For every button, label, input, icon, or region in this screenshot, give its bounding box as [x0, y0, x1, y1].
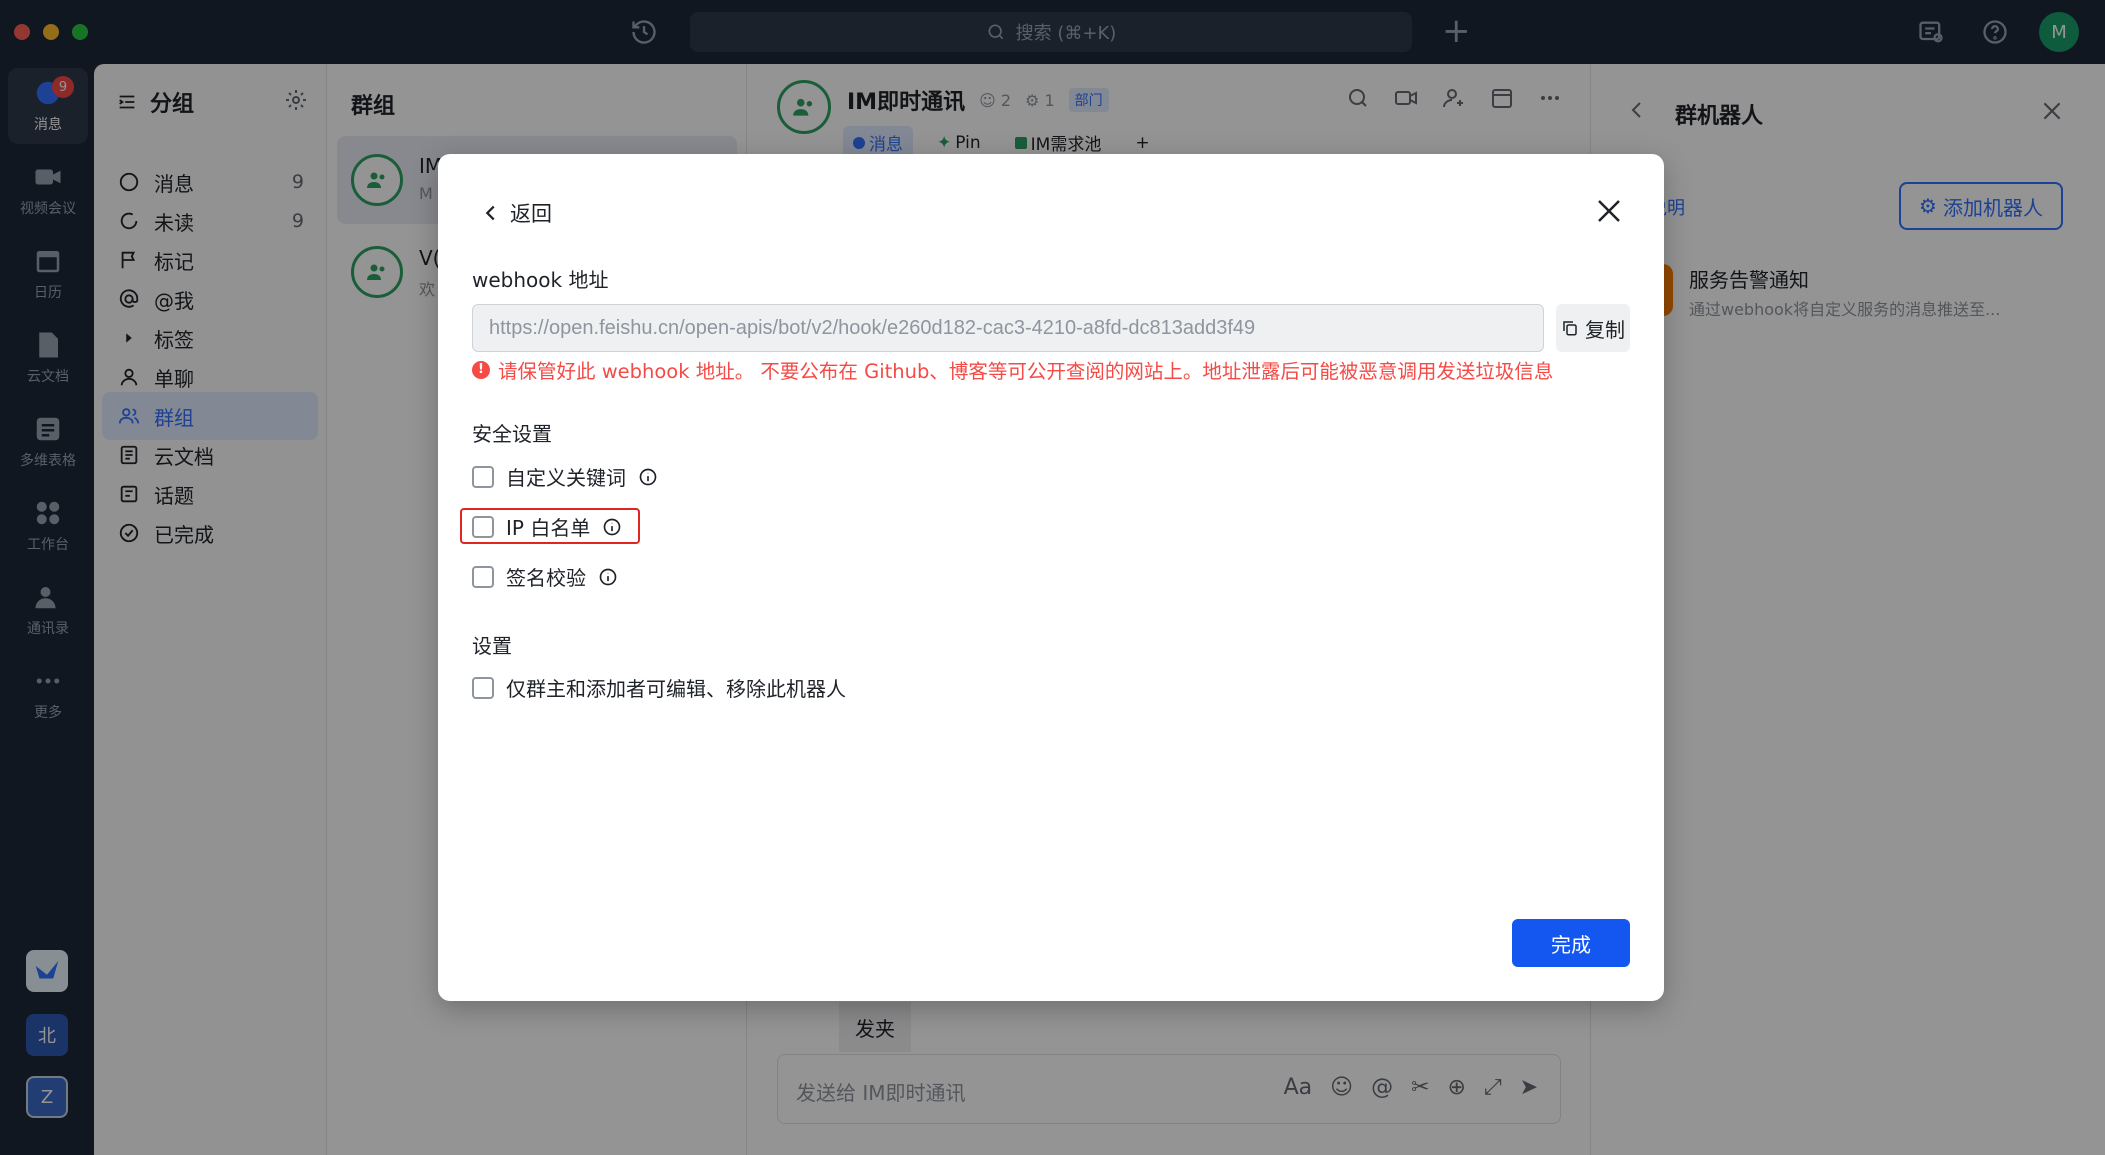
owner-only-checkbox[interactable] — [472, 676, 494, 699]
info-icon[interactable] — [602, 517, 622, 537]
info-icon[interactable] — [638, 467, 658, 487]
signature-option[interactable]: 签名校验 — [472, 562, 618, 591]
warning-text: 请保管好此 webhook 地址。 不要公布在 Github、博客等可公开查阅的… — [498, 360, 1554, 383]
info-icon[interactable] — [598, 567, 618, 587]
keyword-label: 自定义关键词 — [506, 466, 626, 490]
done-button[interactable]: 完成 — [1512, 919, 1630, 967]
webhook-warning: ! 请保管好此 webhook 地址。 不要公布在 Github、博客等可公开查… — [472, 355, 1553, 384]
chevron-left-icon — [485, 205, 495, 221]
copy-button[interactable]: 复制 — [1556, 304, 1630, 352]
signature-checkbox[interactable] — [472, 565, 494, 588]
keyword-checkbox[interactable] — [472, 465, 494, 488]
copy-icon — [1563, 321, 1577, 336]
warning-icon: ! — [472, 360, 490, 379]
ip-whitelist-checkbox[interactable] — [472, 515, 494, 538]
keyword-option[interactable]: 自定义关键词 — [472, 462, 658, 491]
back-button[interactable]: 返回 — [480, 198, 552, 228]
webhook-label: webhook 地址 — [472, 268, 609, 292]
owner-only-option[interactable]: 仅群主和添加者可编辑、移除此机器人 — [472, 673, 846, 702]
signature-label: 签名校验 — [506, 566, 586, 590]
ip-whitelist-label: IP 白名单 — [506, 516, 591, 540]
close-icon[interactable] — [1594, 196, 1624, 226]
webhook-settings-dialog: 返回 webhook 地址 https://open.feishu.cn/ope… — [438, 154, 1664, 1001]
owner-only-label: 仅群主和添加者可编辑、移除此机器人 — [506, 677, 846, 701]
webhook-url-field[interactable]: https://open.feishu.cn/open-apis/bot/v2/… — [472, 304, 1544, 352]
copy-label: 复制 — [1585, 317, 1625, 342]
settings-title: 设置 — [472, 634, 512, 658]
back-label: 返回 — [510, 202, 552, 226]
ip-whitelist-option[interactable]: IP 白名单 — [472, 512, 622, 541]
security-settings-title: 安全设置 — [472, 422, 552, 446]
